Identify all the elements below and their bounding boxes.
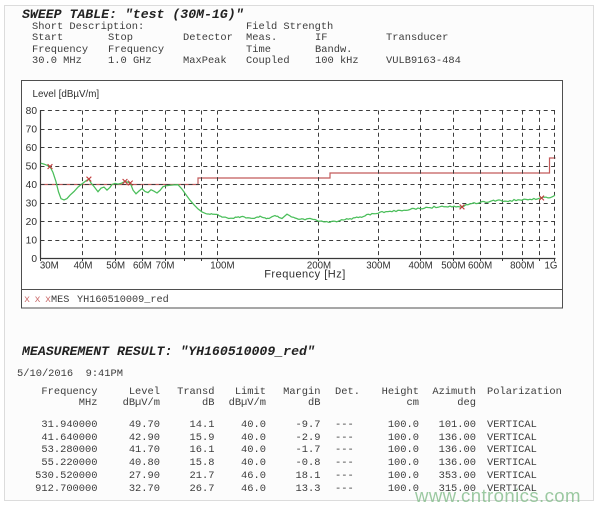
svg-text:50: 50 bbox=[26, 162, 38, 173]
svg-text:300M: 300M bbox=[366, 261, 390, 272]
svg-text:100M: 100M bbox=[210, 261, 234, 272]
svg-text:60: 60 bbox=[26, 143, 38, 154]
svg-text:30M: 30M bbox=[40, 261, 59, 272]
svg-text:500M: 500M bbox=[441, 261, 465, 272]
svg-text:0: 0 bbox=[31, 254, 37, 265]
svg-text:80: 80 bbox=[26, 106, 38, 117]
svg-text:30: 30 bbox=[26, 199, 38, 210]
svg-text:40: 40 bbox=[26, 180, 38, 191]
svg-text:50M: 50M bbox=[106, 261, 125, 272]
svg-text:400M: 400M bbox=[408, 261, 432, 272]
svg-text:x: x bbox=[24, 295, 30, 306]
svg-text:Frequency [Hz]: Frequency [Hz] bbox=[264, 269, 346, 281]
svg-text:60M: 60M bbox=[133, 261, 152, 272]
svg-text:70: 70 bbox=[26, 125, 38, 136]
svg-text:70M: 70M bbox=[156, 261, 175, 272]
svg-text:800M: 800M bbox=[510, 261, 534, 272]
svg-text:Level [dBµV/m]: Level [dBµV/m] bbox=[33, 89, 100, 100]
svg-text:MES: MES bbox=[51, 295, 69, 306]
svg-text:10: 10 bbox=[26, 236, 38, 247]
svg-text:40M: 40M bbox=[74, 261, 93, 272]
svg-text:20: 20 bbox=[26, 217, 38, 228]
svg-text:600M: 600M bbox=[468, 261, 492, 272]
svg-text:1G: 1G bbox=[545, 261, 558, 272]
svg-text:x: x bbox=[35, 295, 41, 306]
svg-text:YH160510009_red: YH160510009_red bbox=[77, 294, 169, 306]
